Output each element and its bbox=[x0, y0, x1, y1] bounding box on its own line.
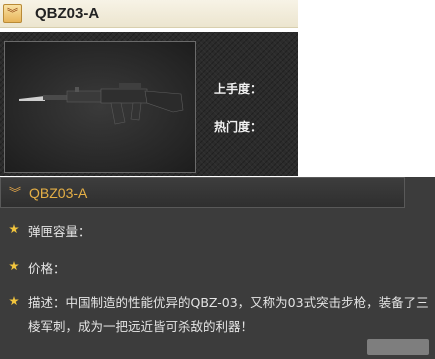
chevron-down-icon: ︾ bbox=[9, 186, 22, 200]
star-bullet-icon bbox=[9, 296, 19, 306]
rifle-image bbox=[19, 83, 184, 125]
watermark-logo bbox=[367, 339, 429, 355]
star-bullet-icon bbox=[9, 261, 19, 271]
magazine-capacity-row: 弹匣容量： bbox=[28, 224, 91, 239]
weapon-image-frame bbox=[4, 41, 196, 173]
price-row: 价格： bbox=[28, 261, 66, 276]
collapse-button[interactable]: ︾ bbox=[3, 4, 22, 23]
weapon-detail-panel: ︾ QBZ03-A 弹匣容量： 价格： 描述：中国制造的性能优异的QBZ-03，… bbox=[0, 177, 435, 359]
popularity-label: 热门度： bbox=[214, 120, 263, 134]
description-row: 描述：中国制造的性能优异的QBZ-03，又称为03式突击步枪，装备了三棱军刺，成… bbox=[28, 295, 429, 334]
double-chevron-down-icon: ︾ bbox=[7, 7, 18, 20]
weapon-name-title: QBZ03-A bbox=[35, 5, 100, 22]
detail-header[interactable]: ︾ QBZ03-A bbox=[0, 177, 405, 208]
weapon-header: ︾ QBZ03-A bbox=[0, 0, 298, 28]
ease-of-use-label: 上手度： bbox=[214, 82, 263, 96]
detail-title: QBZ03-A bbox=[29, 185, 88, 201]
weapon-preview-card: 上手度： 热门度： bbox=[0, 32, 298, 176]
star-bullet-icon bbox=[9, 224, 19, 234]
